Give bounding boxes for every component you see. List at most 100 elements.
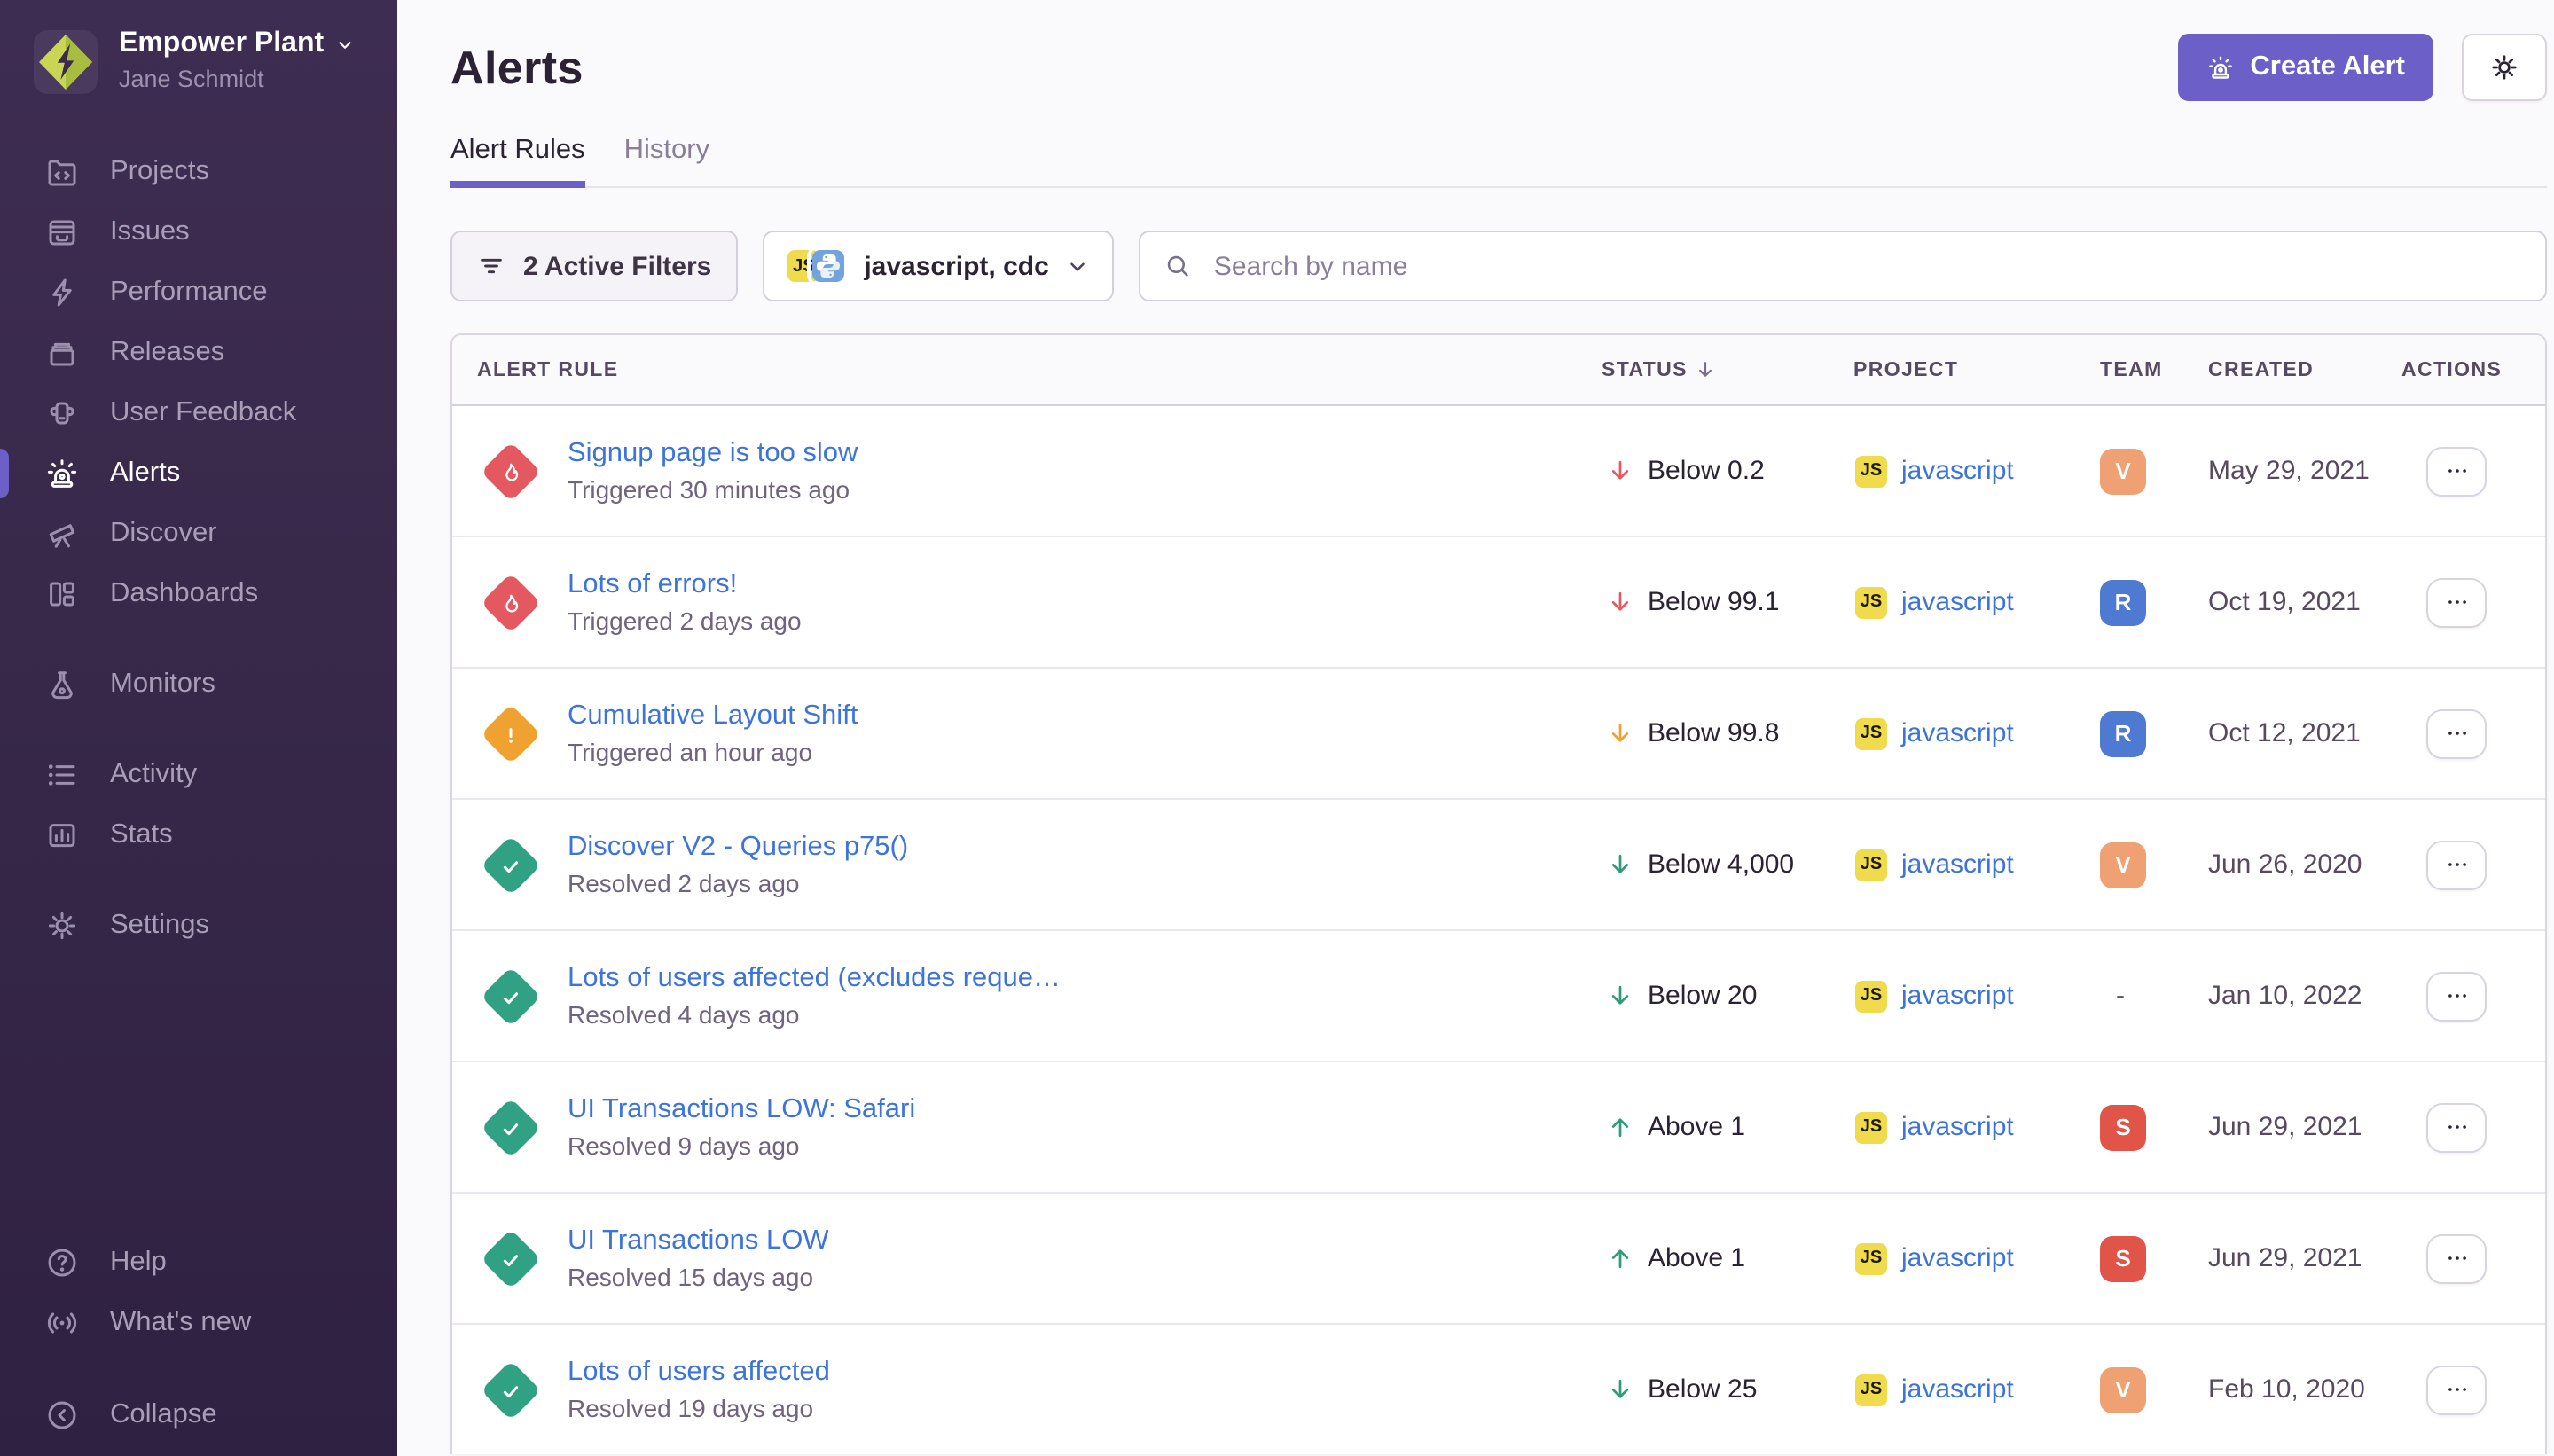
- team-avatar: V: [2100, 842, 2146, 888]
- alert-rule-note: Triggered 2 days ago: [568, 607, 802, 635]
- alert-rule-link[interactable]: Cumulative Layout Shift: [568, 701, 858, 732]
- status-threshold: Below 99.8: [1648, 718, 1779, 748]
- sidebar-item-stats[interactable]: Stats: [0, 805, 397, 865]
- sidebar-item-alerts[interactable]: Alerts: [0, 443, 397, 504]
- status-threshold: Above 1: [1648, 1243, 1745, 1273]
- active-filters-button[interactable]: 2 Active Filters: [450, 231, 738, 301]
- severity-diamond-icon: [481, 1097, 541, 1157]
- help-icon: [44, 1245, 80, 1280]
- sidebar-nav: ProjectsIssuesPerformanceReleasesUser Fe…: [0, 142, 397, 986]
- org-name: Empower Plant: [119, 28, 324, 60]
- severity-diamond-icon: [481, 1228, 541, 1288]
- org-header: Empower Plant Jane Schmidt: [0, 0, 397, 96]
- org-switcher[interactable]: Empower Plant: [119, 28, 354, 60]
- alert-rule-note: Triggered an hour ago: [568, 738, 858, 766]
- arrow-down-icon: [1607, 720, 1633, 747]
- tab-history[interactable]: History: [624, 135, 709, 186]
- project-link[interactable]: javascript: [1901, 456, 2014, 486]
- row-actions-button[interactable]: [2426, 1102, 2487, 1152]
- sidebar-item-monitors[interactable]: Monitors: [0, 654, 397, 715]
- bar-chart-icon: [44, 818, 80, 853]
- gear-icon: [44, 908, 80, 943]
- alert-rule-link[interactable]: Lots of users affected (excludes reque…: [568, 963, 1061, 995]
- archive-icon: [44, 335, 80, 371]
- project-link[interactable]: javascript: [1901, 981, 2014, 1011]
- sidebar-item-collapse[interactable]: Collapse: [0, 1385, 397, 1445]
- alert-rule-note: Resolved 19 days ago: [568, 1394, 830, 1422]
- javascript-platform-icon: JS: [1855, 455, 1887, 487]
- search-field: [1140, 231, 2547, 301]
- status-threshold: Below 0.2: [1648, 456, 1765, 486]
- row-actions-button[interactable]: [2426, 708, 2487, 758]
- row-actions-button[interactable]: [2426, 1233, 2487, 1283]
- sidebar: Empower Plant Jane Schmidt ProjectsIssue…: [0, 0, 397, 1456]
- status-threshold: Below 4,000: [1648, 849, 1794, 880]
- sidebar-item-user-feedback[interactable]: User Feedback: [0, 383, 397, 443]
- org-logo: [32, 28, 99, 96]
- list-icon: [44, 757, 80, 793]
- project-link[interactable]: javascript: [1901, 1374, 2014, 1405]
- row-actions-button[interactable]: [2426, 840, 2487, 889]
- sidebar-item-issues[interactable]: Issues: [0, 202, 397, 262]
- sidebar-item-help[interactable]: Help: [0, 1233, 397, 1293]
- table-row: Signup page is too slow Triggered 30 min…: [452, 406, 2545, 537]
- column-header-status[interactable]: Status: [1602, 358, 1853, 381]
- sidebar-item-performance[interactable]: Performance: [0, 262, 397, 323]
- row-actions-button[interactable]: [2426, 971, 2487, 1021]
- project-link[interactable]: javascript: [1901, 1112, 2014, 1142]
- arrow-up-icon: [1607, 1245, 1633, 1272]
- chevron-down-icon: [334, 35, 354, 54]
- alert-rule-link[interactable]: Lots of errors!: [568, 569, 802, 601]
- created-date: Jun 26, 2020: [2208, 849, 2401, 880]
- search-icon: [1164, 252, 1193, 280]
- team-avatar: S: [2100, 1104, 2146, 1150]
- team-avatar: S: [2100, 1235, 2146, 1281]
- table-row: UI Transactions LOW: Safari Resolved 9 d…: [452, 1062, 2545, 1194]
- javascript-platform-icon: JS: [1855, 849, 1887, 881]
- created-date: Oct 12, 2021: [2208, 718, 2401, 748]
- broadcast-icon: [44, 1305, 80, 1341]
- table-row: Cumulative Layout Shift Triggered an hou…: [452, 669, 2545, 800]
- alert-rule-note: Resolved 2 days ago: [568, 869, 908, 897]
- row-actions-button[interactable]: [2426, 1365, 2487, 1414]
- created-date: May 29, 2021: [2208, 456, 2401, 486]
- search-input[interactable]: [1210, 249, 2522, 283]
- alert-rule-link[interactable]: UI Transactions LOW: [568, 1225, 829, 1257]
- project-link[interactable]: javascript: [1901, 1243, 2014, 1273]
- alert-rule-link[interactable]: UI Transactions LOW: Safari: [568, 1094, 915, 1126]
- arrow-up-icon: [1607, 1114, 1633, 1140]
- sidebar-item-activity[interactable]: Activity: [0, 745, 397, 805]
- sidebar-item-dashboards[interactable]: Dashboards: [0, 564, 397, 624]
- team-avatar: R: [2100, 710, 2146, 756]
- alerts-settings-button[interactable]: [2462, 34, 2547, 101]
- table-row: Lots of errors! Triggered 2 days ago Bel…: [452, 537, 2545, 669]
- sidebar-item-settings[interactable]: Settings: [0, 896, 397, 956]
- sidebar-item-discover[interactable]: Discover: [0, 504, 397, 564]
- project-link[interactable]: javascript: [1901, 718, 2014, 748]
- project-link[interactable]: javascript: [1901, 587, 2014, 617]
- alert-rule-link[interactable]: Discover V2 - Queries p75(): [568, 832, 908, 864]
- sidebar-item-what-s-new[interactable]: What's new: [0, 1293, 397, 1353]
- project-filter-value: javascript, cdc: [864, 251, 1048, 281]
- sidebar-item-releases[interactable]: Releases: [0, 323, 397, 383]
- filter-bar: 2 Active Filters JS javascript, cdc: [450, 231, 2547, 301]
- row-actions-button[interactable]: [2426, 577, 2487, 627]
- alert-rule-link[interactable]: Signup page is too slow: [568, 438, 858, 470]
- tab-alert-rules[interactable]: Alert Rules: [450, 135, 585, 186]
- create-alert-button[interactable]: Create Alert: [2177, 34, 2433, 101]
- lightning-icon: [44, 275, 80, 310]
- project-filter-dropdown[interactable]: JS javascript, cdc: [763, 231, 1114, 301]
- dashboard-icon: [44, 576, 80, 612]
- table-body: Signup page is too slow Triggered 30 min…: [452, 406, 2545, 1454]
- created-date: Jun 29, 2021: [2208, 1243, 2401, 1273]
- sidebar-item-projects[interactable]: Projects: [0, 142, 397, 202]
- created-date: Feb 10, 2020: [2208, 1374, 2401, 1405]
- alert-rule-link[interactable]: Lots of users affected: [568, 1357, 830, 1389]
- feedback-icon: [44, 395, 80, 431]
- arrow-down-icon: [1607, 851, 1633, 878]
- table-row: Lots of users affected (excludes reque… …: [452, 931, 2545, 1062]
- row-actions-button[interactable]: [2426, 446, 2487, 496]
- project-link[interactable]: javascript: [1901, 849, 2014, 880]
- arrow-down-icon: [1607, 1376, 1633, 1403]
- alert-rule-note: Resolved 15 days ago: [568, 1263, 829, 1291]
